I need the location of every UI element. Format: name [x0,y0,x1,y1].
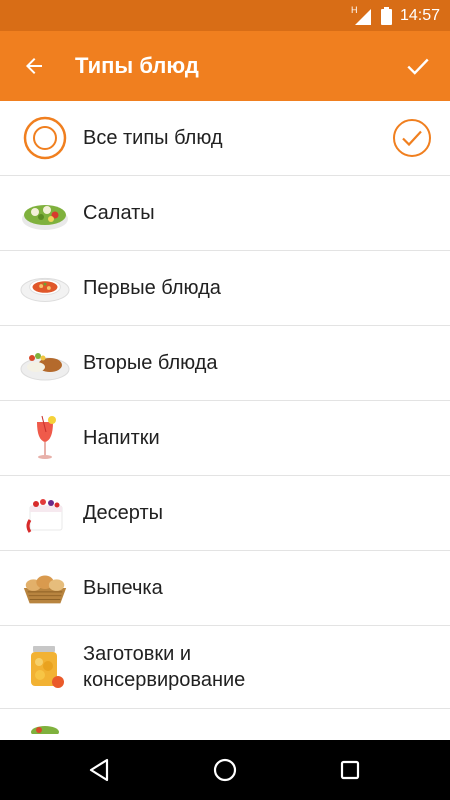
list-item-label: Вторые блюда [83,352,218,374]
list-item-main-courses[interactable]: Вторые блюда [0,326,450,401]
dessert-icon [20,488,70,538]
nav-recents-icon [340,760,360,780]
main-course-icon [20,338,70,388]
nav-home-icon [213,758,237,782]
list-item-drinks[interactable]: Напитки [0,401,450,476]
list-item-first-courses[interactable]: Первые блюда [0,251,450,326]
list-item-label: Заготовки и консервирование [83,643,246,691]
list-item-label: Салаты [83,202,155,224]
page-title: Типы блюд [75,53,199,78]
battery-icon [380,6,392,25]
list-item-label: Первые блюда [83,277,221,299]
status-bar: H 14:57 [0,0,450,31]
list-item-label: Все типы блюд [83,127,223,149]
list-item-salads[interactable]: Салаты [0,176,450,251]
list-item-preserves[interactable]: Заготовки и консервирование [0,626,450,709]
pastry-basket-icon [20,563,70,613]
confirm-button[interactable] [400,48,436,84]
nav-back-icon [89,758,109,782]
list-item-label: Десерты [83,502,164,524]
check-icon [407,58,429,75]
nav-back-button[interactable] [84,755,114,785]
list-item-label: Напитки [83,427,160,449]
nav-recents-button[interactable] [335,755,365,785]
arrow-left-icon [26,58,42,74]
system-nav-bar [0,740,450,800]
selected-check-icon [393,119,431,157]
list-item-desserts[interactable]: Десерты [0,476,450,551]
list-item-pastry[interactable]: Выпечка [0,551,450,626]
nav-home-button[interactable] [210,755,240,785]
list-item-all-types[interactable]: Все типы блюд [0,101,450,176]
all-types-ring-icon [20,113,70,163]
soup-icon [20,263,70,313]
signal-icon: H [351,5,371,25]
dish-type-list: Все типы блюд Салаты Первые блюда Вторые… [0,101,450,784]
back-button[interactable] [16,48,52,84]
preserves-jar-icon [20,642,70,692]
salad-icon [20,188,70,238]
status-time: 14:57 [399,6,440,24]
status-icons: H 14:57 [351,0,440,31]
app-bar: Типы блюд [0,31,450,101]
drink-icon [20,413,70,463]
list-item-label: Выпечка [83,577,163,599]
screen: H 14:57 Типы блюд Все типы блюд Салаты П… [0,0,450,800]
